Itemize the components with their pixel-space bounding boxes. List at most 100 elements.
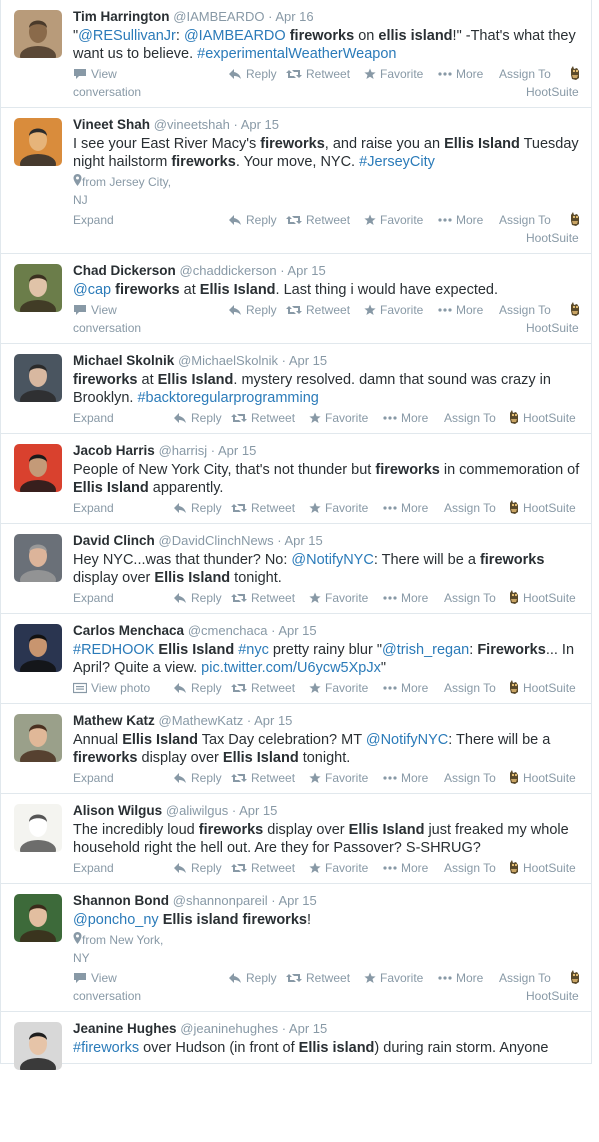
reply-button[interactable]: Reply bbox=[173, 859, 222, 877]
retweet-button[interactable]: Retweet bbox=[231, 679, 295, 697]
hootsuite-button[interactable]: HootSuite bbox=[509, 409, 576, 427]
author-handle[interactable]: @shannonpareil bbox=[173, 893, 268, 908]
hootsuite-owl[interactable] bbox=[570, 211, 584, 229]
tweet-link[interactable]: @IAMBEARDO bbox=[184, 28, 286, 44]
reply-button[interactable]: Reply bbox=[173, 679, 222, 697]
assign-to-button[interactable]: Assign To bbox=[444, 769, 496, 787]
reply-button[interactable]: Reply bbox=[228, 969, 277, 987]
tweet-link[interactable]: #fireworks bbox=[73, 1040, 139, 1056]
hootsuite-button[interactable]: HootSuite bbox=[509, 499, 576, 517]
tweet-link[interactable]: @NotifyNYC bbox=[366, 732, 448, 748]
favorite-button[interactable]: Favorite bbox=[309, 769, 368, 787]
view-conversation-link[interactable]: View bbox=[73, 301, 117, 319]
expand-link[interactable]: Expand bbox=[73, 859, 114, 877]
tweet-timestamp[interactable]: Apr 15 bbox=[241, 117, 279, 132]
author-name[interactable]: Tim Harrington bbox=[73, 9, 170, 24]
more-button[interactable]: More bbox=[383, 409, 428, 427]
favorite-button[interactable]: Favorite bbox=[309, 499, 368, 517]
avatar[interactable] bbox=[14, 714, 62, 762]
expand-link[interactable]: Expand bbox=[73, 211, 114, 229]
conversation-label[interactable]: conversation bbox=[73, 83, 141, 101]
assign-to-button[interactable]: Assign To bbox=[444, 859, 496, 877]
assign-to-button[interactable]: Assign To bbox=[444, 409, 496, 427]
retweet-button[interactable]: Retweet bbox=[231, 589, 295, 607]
tweet-link[interactable]: @NotifyNYC bbox=[291, 552, 373, 568]
reply-button[interactable]: Reply bbox=[173, 499, 222, 517]
favorite-button[interactable]: Favorite bbox=[309, 679, 368, 697]
favorite-button[interactable]: Favorite bbox=[364, 969, 423, 987]
author-handle[interactable]: @DavidClinchNews bbox=[159, 533, 274, 548]
tweet-link[interactable]: #REDHOOK bbox=[73, 642, 154, 658]
author-name[interactable]: Chad Dickerson bbox=[73, 263, 176, 278]
retweet-button[interactable]: Retweet bbox=[286, 211, 350, 229]
tweet-link[interactable]: @poncho_ny bbox=[73, 912, 159, 928]
more-button[interactable]: More bbox=[383, 859, 428, 877]
favorite-button[interactable]: Favorite bbox=[364, 65, 423, 83]
expand-link[interactable]: Expand bbox=[73, 769, 114, 787]
hootsuite-owl[interactable] bbox=[570, 969, 584, 987]
retweet-button[interactable]: Retweet bbox=[231, 499, 295, 517]
hootsuite-button[interactable]: HootSuite bbox=[509, 859, 576, 877]
reply-button[interactable]: Reply bbox=[228, 65, 277, 83]
tweet-link[interactable]: @trish_regan bbox=[382, 642, 469, 658]
author-name[interactable]: Mathew Katz bbox=[73, 713, 155, 728]
more-button[interactable]: More bbox=[438, 301, 483, 319]
author-handle[interactable]: @harrisj bbox=[159, 443, 208, 458]
more-button[interactable]: More bbox=[383, 679, 428, 697]
conversation-label[interactable]: conversation bbox=[73, 319, 141, 337]
more-button[interactable]: More bbox=[438, 65, 483, 83]
author-handle[interactable]: @jeaninehughes bbox=[180, 1021, 278, 1036]
hootsuite-label[interactable]: HootSuite bbox=[526, 319, 579, 337]
assign-to-button[interactable]: Assign To bbox=[499, 301, 551, 319]
conversation-label[interactable]: conversation bbox=[73, 987, 141, 1005]
more-button[interactable]: More bbox=[383, 769, 428, 787]
hootsuite-label[interactable]: HootSuite bbox=[526, 987, 579, 1005]
reply-button[interactable]: Reply bbox=[228, 301, 277, 319]
tweet-link[interactable]: #experimentalWeatherWeapon bbox=[197, 46, 396, 62]
tweet-timestamp[interactable]: Apr 16 bbox=[275, 9, 313, 24]
author-handle[interactable]: @MathewKatz bbox=[159, 713, 244, 728]
hootsuite-label[interactable]: HootSuite bbox=[526, 83, 579, 101]
tweet-timestamp[interactable]: Apr 15 bbox=[218, 443, 256, 458]
author-name[interactable]: Alison Wilgus bbox=[73, 803, 162, 818]
tweet-link[interactable]: #nyc bbox=[238, 642, 269, 658]
assign-to-button[interactable]: Assign To bbox=[444, 499, 496, 517]
avatar[interactable] bbox=[14, 534, 62, 582]
favorite-button[interactable]: Favorite bbox=[309, 859, 368, 877]
favorite-button[interactable]: Favorite bbox=[309, 589, 368, 607]
view-conversation-link[interactable]: View bbox=[73, 969, 117, 987]
more-button[interactable]: More bbox=[438, 211, 483, 229]
tweet-timestamp[interactable]: Apr 15 bbox=[278, 893, 316, 908]
tweet-location[interactable]: from New York, NY bbox=[73, 931, 581, 967]
hootsuite-label[interactable]: HootSuite bbox=[526, 229, 579, 247]
author-name[interactable]: Jeanine Hughes bbox=[73, 1021, 177, 1036]
author-handle[interactable]: @vineetshah bbox=[154, 117, 230, 132]
avatar[interactable] bbox=[14, 624, 62, 672]
expand-link[interactable]: Expand bbox=[73, 499, 114, 517]
tweet-timestamp[interactable]: Apr 15 bbox=[287, 263, 325, 278]
assign-to-button[interactable]: Assign To bbox=[499, 65, 551, 83]
author-name[interactable]: Vineet Shah bbox=[73, 117, 150, 132]
avatar[interactable] bbox=[14, 354, 62, 402]
avatar[interactable] bbox=[14, 10, 62, 58]
avatar[interactable] bbox=[14, 894, 62, 942]
avatar[interactable] bbox=[14, 118, 62, 166]
tweet-timestamp[interactable]: Apr 15 bbox=[284, 533, 322, 548]
retweet-button[interactable]: Retweet bbox=[286, 969, 350, 987]
hootsuite-owl[interactable] bbox=[570, 65, 584, 83]
expand-link[interactable]: Expand bbox=[73, 409, 114, 427]
reply-button[interactable]: Reply bbox=[173, 589, 222, 607]
tweet-link[interactable]: #JerseyCity bbox=[359, 154, 435, 170]
author-handle[interactable]: @IAMBEARDO bbox=[173, 9, 264, 24]
avatar[interactable] bbox=[14, 444, 62, 492]
retweet-button[interactable]: Retweet bbox=[231, 769, 295, 787]
retweet-button[interactable]: Retweet bbox=[231, 859, 295, 877]
tweet-timestamp[interactable]: Apr 15 bbox=[254, 713, 292, 728]
tweet-timestamp[interactable]: Apr 15 bbox=[239, 803, 277, 818]
tweet-link[interactable]: @RESullivanJr bbox=[78, 28, 176, 44]
assign-to-button[interactable]: Assign To bbox=[499, 969, 551, 987]
tweet-link[interactable]: pic.twitter.com/U6ycw5XpJx bbox=[201, 660, 381, 676]
tweet-link[interactable]: @cap bbox=[73, 282, 111, 298]
hootsuite-button[interactable]: HootSuite bbox=[509, 769, 576, 787]
assign-to-button[interactable]: Assign To bbox=[444, 589, 496, 607]
